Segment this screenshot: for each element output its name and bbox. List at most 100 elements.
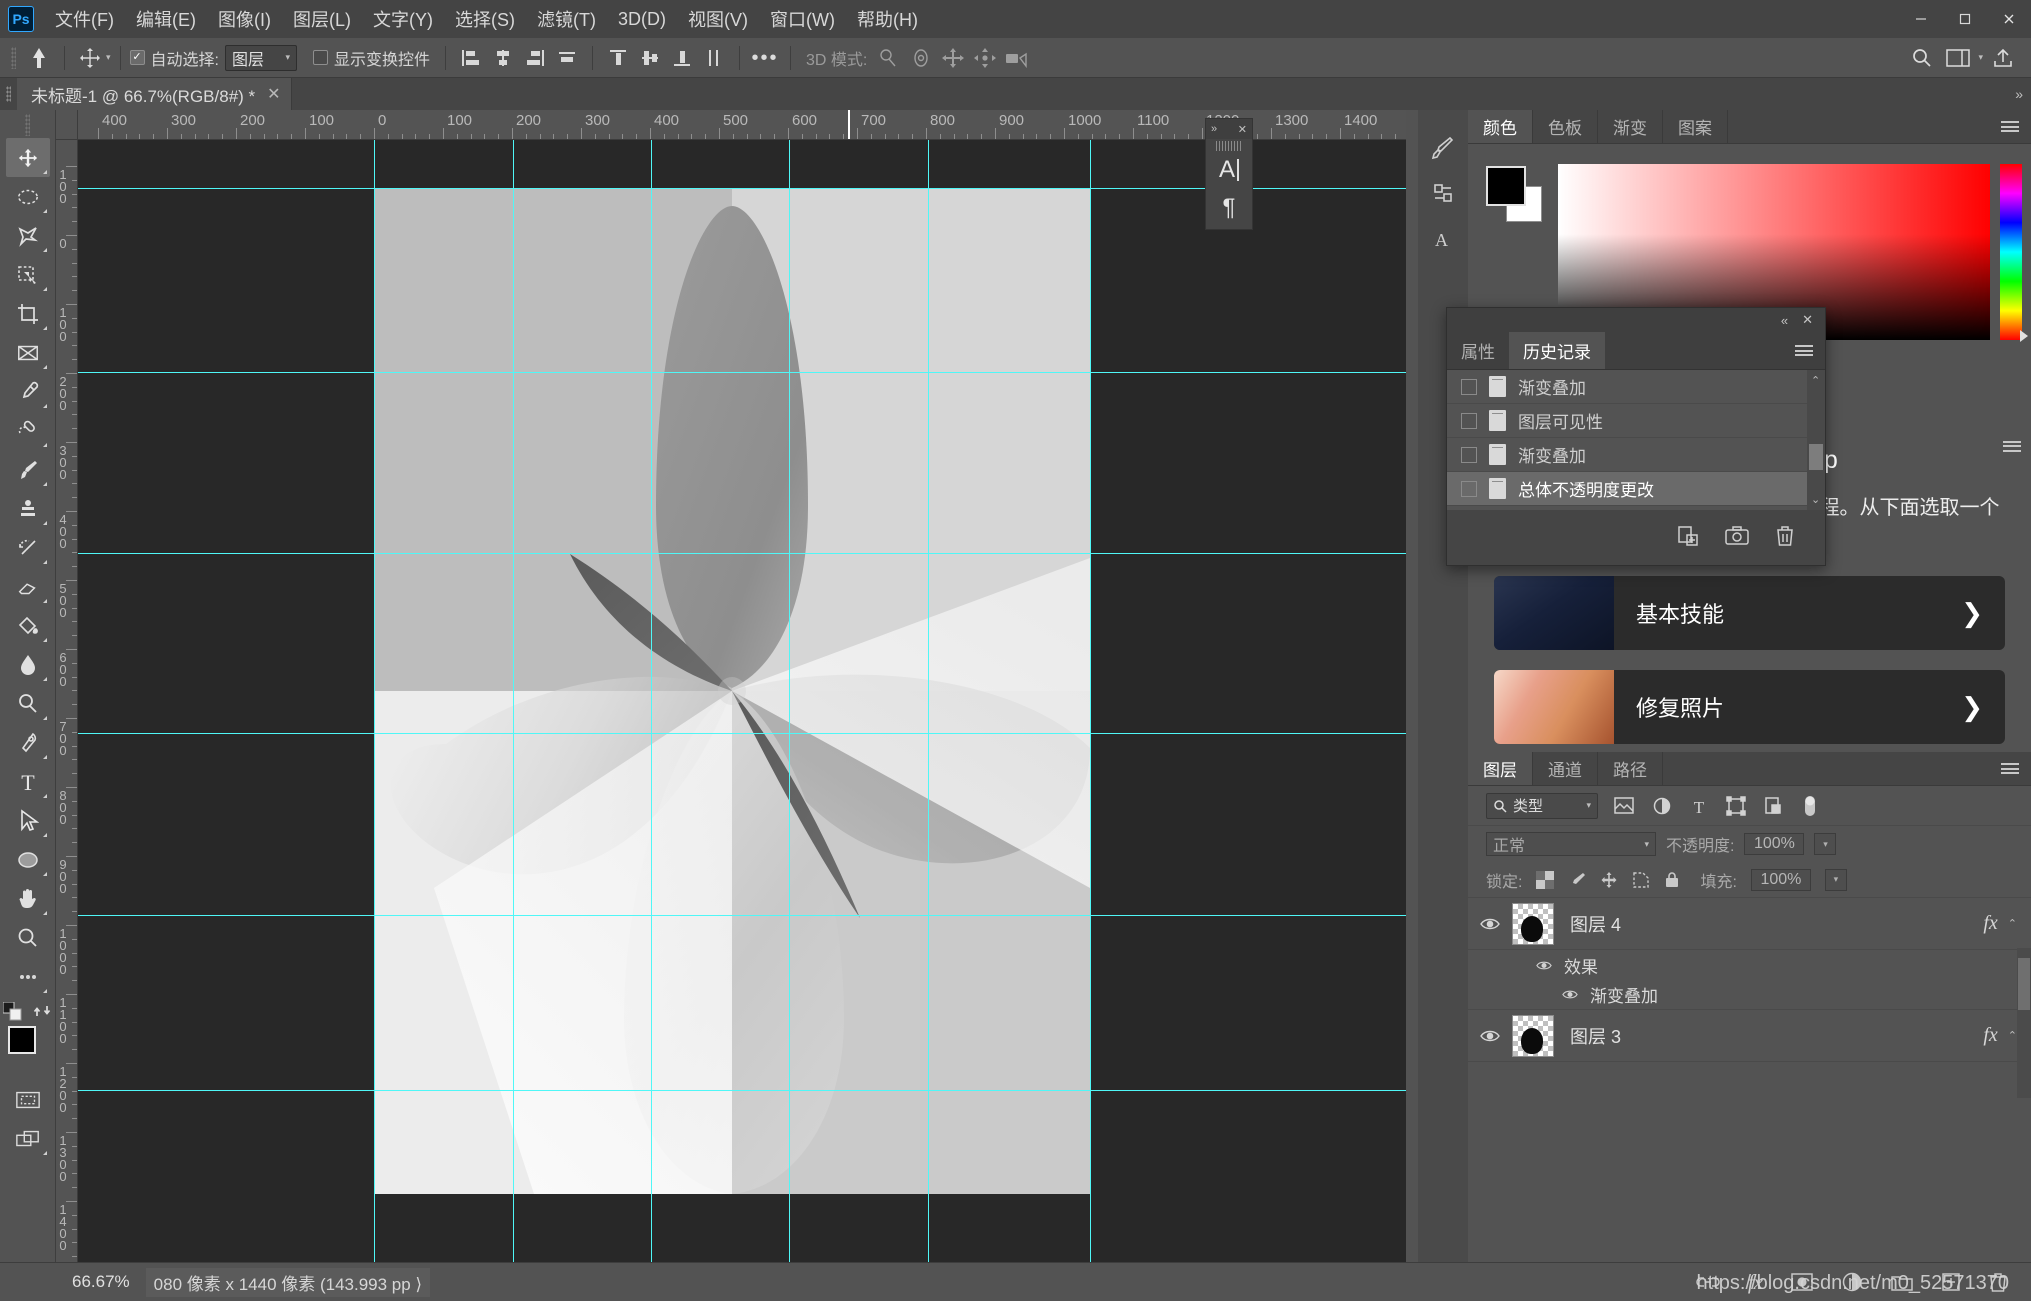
foreground-color-swatch[interactable] xyxy=(7,1026,36,1054)
marquee-tool[interactable] xyxy=(6,177,50,216)
type-tool[interactable]: T xyxy=(6,762,50,801)
align-top-edges-icon[interactable] xyxy=(602,43,634,73)
tutorial-card-basics[interactable]: 基本技能 ❯ xyxy=(1494,576,2005,650)
close-button[interactable] xyxy=(1987,0,2031,38)
layer-effect-item[interactable]: 渐变叠加 xyxy=(1468,980,2031,1010)
lasso-tool[interactable] xyxy=(6,216,50,255)
filter-pixel-icon[interactable] xyxy=(1614,796,1634,815)
tab-gradients[interactable]: 渐变 xyxy=(1598,110,1663,143)
chevron-up-icon[interactable]: ⌃ xyxy=(1811,374,1820,387)
crop-tool[interactable] xyxy=(6,294,50,333)
horizontal-ruler[interactable]: 400 300 200 100 0 100 200 300 400 500 600 700 800 900… xyxy=(78,110,1478,140)
collapse-icon[interactable]: « xyxy=(1781,313,1788,328)
tab-history[interactable]: 历史记录 xyxy=(1509,332,1605,369)
list-item[interactable]: 渐变叠加 xyxy=(1447,438,1825,472)
menu-filter[interactable]: 滤镜(T) xyxy=(526,1,607,37)
guide-horizontal[interactable] xyxy=(78,188,1478,189)
guide-vertical[interactable] xyxy=(1090,140,1091,1262)
filter-type-icon[interactable]: T xyxy=(1690,796,1708,816)
list-item[interactable]: 总体不透明度更改 xyxy=(1447,472,1825,506)
hand-tool[interactable] xyxy=(6,879,50,918)
close-icon[interactable]: ✕ xyxy=(267,84,280,104)
table-row[interactable]: 图层 3 fx ⌃ xyxy=(1468,1010,2031,1062)
layer-thumbnail[interactable] xyxy=(1512,1014,1554,1057)
brush-tool[interactable] xyxy=(6,450,50,489)
clone-stamp-tool[interactable] xyxy=(6,489,50,528)
collapse-icon[interactable]: » xyxy=(1211,123,1217,135)
path-selection-tool[interactable] xyxy=(6,801,50,840)
menu-file[interactable]: 文件(F) xyxy=(44,1,125,37)
move-tool-caret-icon[interactable]: ▾ xyxy=(106,52,111,63)
history-panel-menu-icon[interactable] xyxy=(1783,332,1825,369)
move-tool-preset-icon[interactable] xyxy=(23,43,55,73)
guide-vertical[interactable] xyxy=(789,140,790,1262)
history-snapshot-checkbox[interactable] xyxy=(1461,446,1477,463)
menu-layer[interactable]: 图层(L) xyxy=(282,1,362,37)
opacity-stepper-icon[interactable]: ▾ xyxy=(1814,833,1837,855)
dock-collapse-strip[interactable] xyxy=(1406,110,1418,1262)
align-right-edges-icon[interactable] xyxy=(519,43,551,73)
workspace-layout-icon[interactable] xyxy=(1942,43,1974,73)
guide-vertical[interactable] xyxy=(374,140,375,1262)
search-icon[interactable] xyxy=(1906,43,1938,73)
history-scrollbar-thumb[interactable] xyxy=(1809,444,1823,470)
menu-type[interactable]: 文字(Y) xyxy=(362,1,444,37)
eraser-tool[interactable] xyxy=(6,567,50,606)
lock-image-icon[interactable] xyxy=(1568,871,1586,889)
frame-tool[interactable] xyxy=(6,333,50,372)
menu-help[interactable]: 帮助(H) xyxy=(846,1,929,37)
paragraph-icon[interactable]: ¶ xyxy=(1206,189,1252,227)
swap-colors-icon[interactable] xyxy=(33,1002,53,1022)
default-colors-icon[interactable] xyxy=(2,1002,23,1022)
options-bar-grip[interactable] xyxy=(11,46,16,69)
share-icon[interactable] xyxy=(1987,43,2019,73)
guide-vertical[interactable] xyxy=(651,140,652,1262)
ruler-corner[interactable] xyxy=(56,110,78,140)
lock-all-icon[interactable] xyxy=(1664,871,1680,889)
dodge-tool[interactable] xyxy=(6,684,50,723)
color-swatches[interactable] xyxy=(6,1026,50,1072)
color-panel-menu-icon[interactable] xyxy=(1989,110,2031,143)
tab-channels[interactable]: 通道 xyxy=(1533,752,1598,785)
align-left-edges-icon[interactable] xyxy=(455,43,487,73)
orbit-3d-icon[interactable] xyxy=(873,43,905,73)
camera-3d-icon[interactable] xyxy=(1001,43,1033,73)
slide-3d-icon[interactable] xyxy=(969,43,1001,73)
character-styles-icon[interactable]: A xyxy=(1423,216,1463,262)
layer-fx-icon[interactable]: fx xyxy=(1983,1024,2007,1047)
fill-value[interactable]: 100% xyxy=(1750,868,1811,891)
guide-horizontal[interactable] xyxy=(78,1090,1478,1091)
history-snapshot-checkbox[interactable] xyxy=(1461,378,1477,395)
character-icon[interactable]: A xyxy=(1206,151,1252,189)
document-tab[interactable]: 未标题-1 @ 66.7%(RGB/8#) * ✕ xyxy=(17,78,292,110)
adjustments-icon[interactable] xyxy=(1423,170,1463,216)
guide-horizontal[interactable] xyxy=(78,915,1478,916)
blend-mode-dropdown[interactable]: 正常 ▾ xyxy=(1486,832,1656,856)
more-tools[interactable] xyxy=(6,957,50,996)
blur-tool[interactable] xyxy=(6,645,50,684)
lock-nesting-icon[interactable] xyxy=(1632,871,1650,889)
opacity-value[interactable]: 100% xyxy=(1744,833,1805,855)
history-list[interactable]: 渐变叠加 图层可见性 渐变叠加 总体不透明度更改 ⌃ ⌄ xyxy=(1447,370,1825,510)
guide-horizontal[interactable] xyxy=(78,733,1478,734)
chevron-up-icon[interactable]: ⌃ xyxy=(2008,917,2031,930)
move-crosshair-icon[interactable] xyxy=(74,43,106,73)
tab-patterns[interactable]: 图案 xyxy=(1663,110,1728,143)
distribute-vertical-icon[interactable] xyxy=(698,43,730,73)
table-row[interactable]: 图层 4 fx ⌃ xyxy=(1468,898,2031,950)
layers-scrollbar-thumb[interactable] xyxy=(2018,958,2030,1010)
hue-strip[interactable] xyxy=(2000,164,2022,340)
align-horizontal-centers-icon[interactable] xyxy=(487,43,519,73)
close-icon[interactable]: ✕ xyxy=(1238,123,1247,136)
menu-view[interactable]: 视图(V) xyxy=(677,1,759,37)
guide-horizontal[interactable] xyxy=(78,553,1478,554)
document-dimensions[interactable]: 080 像素 x 1440 像素 (143.993 pp ⟩ xyxy=(145,1267,431,1297)
filter-shape-icon[interactable] xyxy=(1726,795,1746,816)
tab-properties[interactable]: 属性 xyxy=(1447,332,1509,369)
tab-swatches[interactable]: 色板 xyxy=(1533,110,1598,143)
filter-toggle-icon[interactable] xyxy=(1800,794,1820,818)
tab-bar-grip[interactable] xyxy=(6,86,11,102)
tab-color[interactable]: 颜色 xyxy=(1468,110,1533,143)
layer-filter-dropdown[interactable]: 类型 ▾ xyxy=(1486,792,1598,819)
layers-scrollbar[interactable] xyxy=(2017,948,2031,1098)
